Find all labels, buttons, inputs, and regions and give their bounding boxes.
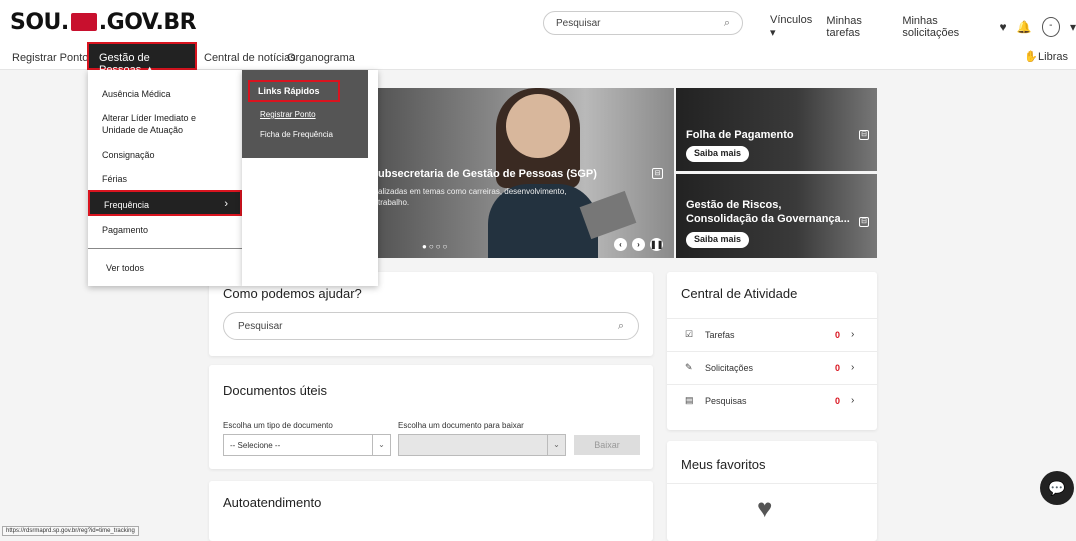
autoatendimento-title: Autoatendimento <box>223 495 322 510</box>
nav-gestao-de-pessoas[interactable]: Gestão de Pessoas ▲ <box>87 42 197 76</box>
top-search-placeholder: Pesquisar <box>556 18 601 29</box>
activity-label: Pesquisas <box>705 396 747 406</box>
expand-icon[interactable]: ⊟ <box>859 217 869 227</box>
heart-icon[interactable]: ♥ <box>999 20 1006 34</box>
download-button[interactable]: Baixar <box>574 435 640 455</box>
link-minhas-solicitacoes[interactable]: Minhas solicitações <box>902 15 989 39</box>
help-search-placeholder: Pesquisar <box>238 321 283 332</box>
hero-subtitle-line2: trabalho. <box>378 198 410 207</box>
submenu-link-ficha-frequencia[interactable]: Ficha de Frequência <box>260 130 333 139</box>
pause-icon[interactable]: ❚❚ <box>650 238 663 251</box>
doc-type-label: Escolha um tipo de documento <box>223 421 333 430</box>
hero-subtitle-line1: alizadas em temas como carreiras, desenv… <box>378 187 567 196</box>
chevron-right-icon: › <box>851 362 855 373</box>
search-icon[interactable]: ⌕ <box>618 320 624 333</box>
top-links: Vínculos ▾ Minhas tarefas Minhas solicit… <box>770 14 1076 39</box>
favorites-title: Meus favoritos <box>681 457 766 472</box>
link-minhas-tarefas[interactable]: Minhas tarefas <box>826 15 892 39</box>
menu-item-alterar-lider[interactable]: Alterar Líder Imediato e Unidade de Atua… <box>102 112 232 136</box>
expand-icon[interactable]: ⊟ <box>652 168 663 179</box>
doc-file-label: Escolha um documento para baixar <box>398 421 524 430</box>
search-icon[interactable]: ⌕ <box>724 17 730 30</box>
chevron-down-icon: ▾ <box>770 27 776 39</box>
browser-status-url: https://rdsrmaprd.sp.gov.br/reg?id=time_… <box>2 526 139 536</box>
top-bar: SOU. .GOV.BR Pesquisar ⌕ Vínculos ▾ Minha… <box>0 0 1076 44</box>
divider <box>667 483 877 484</box>
hero-person-face <box>506 94 570 158</box>
next-icon[interactable]: › <box>632 238 645 251</box>
links-rapidos-header: Links Rápidos Registrar Ponto Ficha de F… <box>242 70 368 158</box>
menu-item-ferias[interactable]: Férias <box>102 173 127 185</box>
help-title: Como podemos ajudar? <box>223 286 362 301</box>
heart-icon: ♥ <box>757 493 773 523</box>
menu-item-frequencia-label: Frequência <box>104 200 150 210</box>
menu-item-frequencia[interactable]: Frequência › <box>88 190 242 216</box>
hand-icon: ✋ <box>1024 51 1039 63</box>
avatar[interactable]: - <box>1041 16 1060 37</box>
menu-item-pagamento[interactable]: Pagamento <box>102 224 148 236</box>
saiba-mais-button[interactable]: Saiba mais <box>686 146 750 162</box>
survey-icon: ▤ <box>685 395 694 405</box>
card-gestao-de-riscos[interactable]: Gestão de Riscos, Consolidação da Govern… <box>676 174 877 258</box>
chevron-right-icon: › <box>851 329 855 340</box>
avatar-chevron-icon[interactable]: ▾ <box>1070 20 1076 34</box>
saiba-mais-button[interactable]: Saiba mais <box>686 232 750 248</box>
submenu-link-registrar-ponto[interactable]: Registrar Ponto <box>260 110 316 119</box>
activity-title: Central de Atividade <box>681 286 798 301</box>
activity-label: Solicitações <box>705 363 754 373</box>
chat-icon[interactable]: 💬 <box>1040 471 1074 505</box>
links-rapidos-submenu: Links Rápidos Registrar Ponto Ficha de F… <box>242 70 378 286</box>
prev-icon[interactable]: ‹ <box>614 238 627 251</box>
hero-subtitle: alizadas em temas como carreiras, desenv… <box>378 186 567 208</box>
documents-panel: Documentos úteis Escolha um tipo de docu… <box>209 365 653 469</box>
logo-text-left: SOU. <box>10 10 69 35</box>
logo-mark-icon <box>70 13 97 31</box>
site-logo[interactable]: SOU. .GOV.BR <box>10 10 197 35</box>
links-rapidos-title: Links Rápidos <box>248 80 340 102</box>
activity-row-tarefas[interactable]: ☑ Tarefas 0 › <box>667 318 877 350</box>
logo-text-right: .GOV.BR <box>98 10 197 35</box>
nav-central-de-noticias[interactable]: Central de notícias <box>204 52 296 64</box>
bell-icon[interactable]: 🔔 <box>1017 20 1032 34</box>
top-search-input[interactable]: Pesquisar ⌕ <box>543 11 743 35</box>
link-vinculos-label: Vínculos <box>770 14 813 26</box>
chevron-right-icon: › <box>851 395 855 406</box>
activity-row-pesquisas[interactable]: ▤ Pesquisas 0 › <box>667 384 877 416</box>
menu-item-ver-todos[interactable]: Ver todos <box>106 262 144 274</box>
chevron-down-icon: ⌄ <box>372 435 390 455</box>
activity-count: 0 <box>835 396 841 406</box>
card-folha-de-pagamento[interactable]: Folha de Pagamento Saiba mais ⊟ <box>676 88 877 171</box>
checkbox-icon: ☑ <box>685 329 694 339</box>
autoatendimento-panel: Autoatendimento <box>209 481 653 541</box>
nav-registrar-ponto[interactable]: Registrar Ponto <box>12 52 88 64</box>
activity-count: 0 <box>835 363 841 373</box>
hero-banner[interactable]: ubsecretaria de Gestão de Pessoas (SGP) … <box>378 88 674 258</box>
libras-link[interactable]: ✋Libras <box>1024 50 1068 63</box>
carousel-dots[interactable]: ●○○○ <box>422 242 449 251</box>
activity-count: 0 <box>835 330 841 340</box>
expand-icon[interactable]: ⊟ <box>859 130 869 140</box>
chevron-down-icon: ⌄ <box>547 435 565 455</box>
menu-item-consignacao[interactable]: Consignação <box>102 149 155 161</box>
activity-row-solicitacoes[interactable]: ✎ Solicitações 0 › <box>667 351 877 383</box>
doc-file-select[interactable]: ⌄ <box>398 434 566 456</box>
favorites-panel: Meus favoritos ♥ <box>667 441 877 541</box>
doc-type-select[interactable]: -- Selecione -- ⌄ <box>223 434 391 456</box>
nav-organograma[interactable]: Organograma <box>287 52 355 64</box>
menu-divider <box>88 248 242 249</box>
help-search-input[interactable]: Pesquisar ⌕ <box>223 312 639 340</box>
doc-type-value: -- Selecione -- <box>230 441 281 450</box>
menu-item-ausencia-medica[interactable]: Ausência Médica <box>102 88 171 100</box>
edit-icon: ✎ <box>685 362 693 372</box>
card-title: Gestão de Riscos, Consolidação da Govern… <box>686 199 850 225</box>
gestao-dropdown-menu: Ausência Médica Alterar Líder Imediato e… <box>88 70 242 286</box>
chevron-right-icon: › <box>224 198 228 210</box>
libras-label: Libras <box>1038 51 1068 63</box>
link-vinculos[interactable]: Vínculos ▾ <box>770 14 816 39</box>
activity-panel: Central de Atividade ☑ Tarefas 0 › ✎ Sol… <box>667 272 877 430</box>
activity-label: Tarefas <box>705 330 735 340</box>
card-title: Folha de Pagamento <box>686 129 794 141</box>
documents-title: Documentos úteis <box>223 383 328 398</box>
hero-title: ubsecretaria de Gestão de Pessoas (SGP) <box>378 168 597 180</box>
